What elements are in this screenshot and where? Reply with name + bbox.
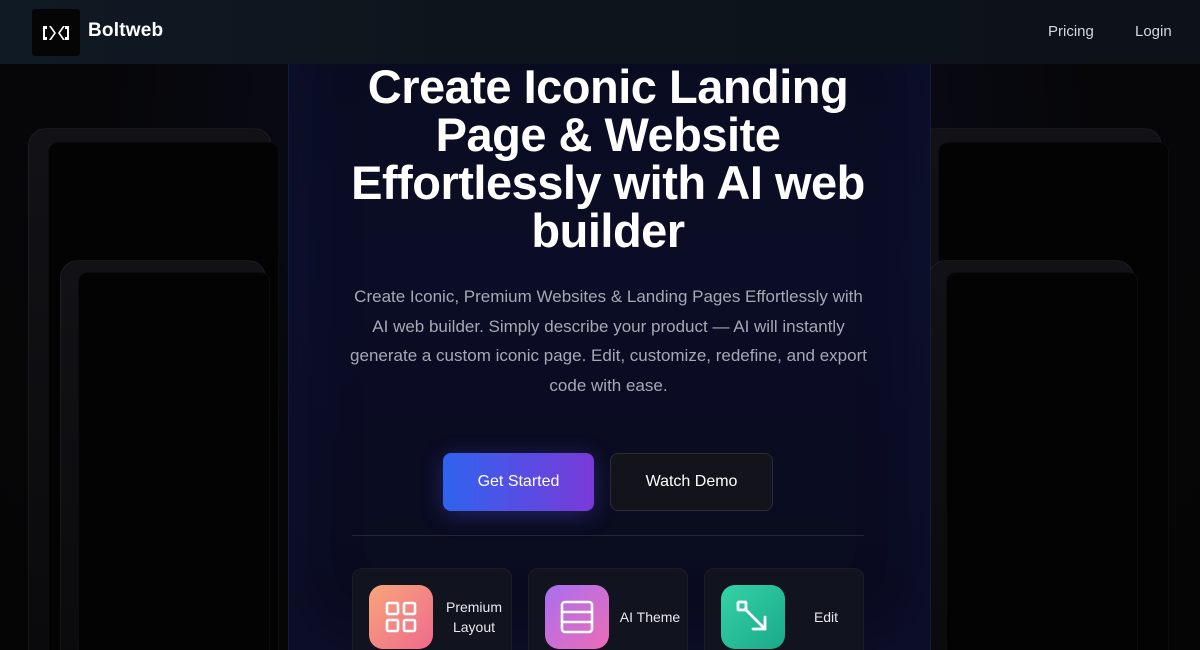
logo[interactable] (32, 9, 80, 56)
navbar: Boltweb Pricing Login (0, 0, 1200, 64)
feature-card-ai-theme[interactable]: AI Theme (528, 568, 688, 650)
grid-icon (369, 585, 433, 649)
nav-link-login[interactable]: Login (1135, 23, 1172, 40)
feature-label-edit: Edit (813, 609, 839, 625)
watch-demo-button[interactable]: Watch Demo (610, 453, 773, 511)
right-decor-screen-bottom (946, 272, 1138, 650)
layers-icon (545, 585, 609, 649)
feature-card-edit[interactable]: Edit (704, 568, 864, 650)
brand-name[interactable]: Boltweb (88, 20, 163, 42)
nav-link-pricing[interactable]: Pricing (1048, 23, 1094, 40)
feature-card-premium-layout[interactable]: Premium Layout (352, 568, 512, 650)
feature-label-premium-layout: Premium Layout (445, 599, 502, 635)
hero-title: Create Iconic Landing Page & Website Eff… (351, 60, 865, 257)
get-started-button[interactable]: Get Started (443, 453, 594, 511)
boltweb-logo-icon (43, 25, 69, 40)
landing-page: Boltweb Pricing Login Create Iconic Land… (0, 0, 1200, 650)
feature-label-ai-theme: AI Theme (619, 609, 681, 625)
resize-arrow-icon (721, 585, 785, 649)
divider (352, 535, 864, 536)
hero-subtitle: Create Iconic, Premium Websites & Landin… (350, 287, 867, 395)
left-decor-screen-bottom (78, 272, 270, 650)
